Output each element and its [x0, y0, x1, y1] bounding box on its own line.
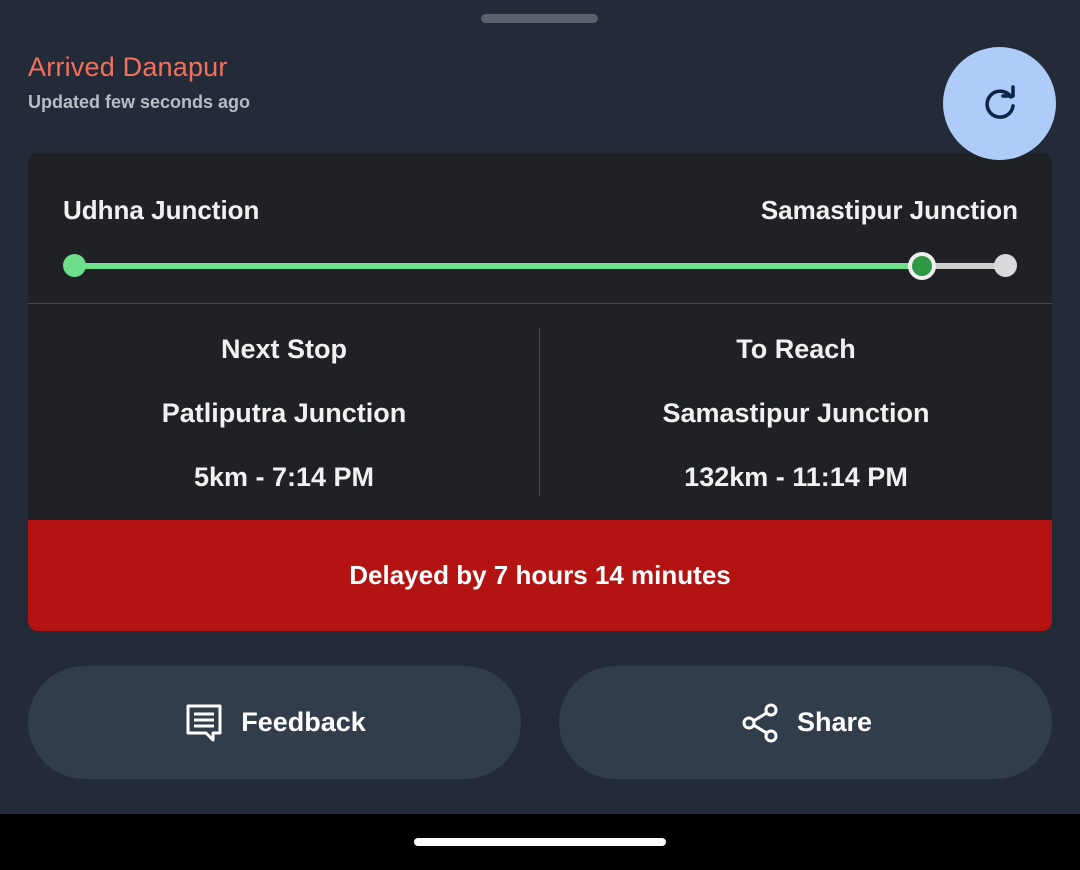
delay-banner: Delayed by 7 hours 14 minutes	[28, 520, 1052, 631]
refresh-button[interactable]	[943, 47, 1056, 160]
journey-card: Udhna Junction Samastipur Junction Next …	[28, 153, 1052, 631]
to-reach-heading: To Reach	[736, 334, 856, 364]
origin-marker	[63, 254, 86, 277]
feedback-label: Feedback	[241, 707, 366, 737]
share-button[interactable]: Share	[559, 666, 1052, 779]
to-reach-eta: 132km - 11:14 PM	[684, 462, 908, 492]
feedback-icon	[186, 704, 222, 741]
to-reach-station: Samastipur Junction	[662, 398, 930, 428]
feedback-button[interactable]: Feedback	[28, 666, 521, 779]
origin-station: Udhna Junction	[63, 195, 260, 225]
delay-text: Delayed by 7 hours 14 minutes	[349, 560, 731, 590]
next-stop-eta: 5km - 7:14 PM	[193, 462, 375, 492]
next-stop-station: Patliputra Junction	[161, 398, 407, 428]
home-gesture-handle[interactable]	[414, 838, 666, 846]
next-stop-heading: Next Stop	[220, 334, 347, 364]
current-position-marker	[908, 252, 937, 280]
system-nav-bar	[0, 814, 1080, 870]
share-label: Share	[796, 707, 873, 737]
destination-station: Samastipur Junction	[760, 195, 1018, 225]
next-stop-column: Next Stop Patliputra Junction 5km - 7:14…	[28, 333, 540, 525]
bottom-sheet: Arrived Danapur Updated few seconds ago …	[0, 0, 1080, 814]
last-updated-text: Updated few seconds ago	[28, 92, 251, 112]
share-icon	[742, 703, 778, 742]
destination-marker	[994, 254, 1017, 277]
drag-handle[interactable]	[481, 14, 598, 23]
status-title: Arrived Danapur	[28, 52, 228, 82]
progress-completed	[74, 263, 923, 269]
to-reach-column: To Reach Samastipur Junction 132km - 11:…	[540, 333, 1052, 525]
refresh-icon	[984, 84, 1015, 119]
divider	[28, 303, 1052, 304]
